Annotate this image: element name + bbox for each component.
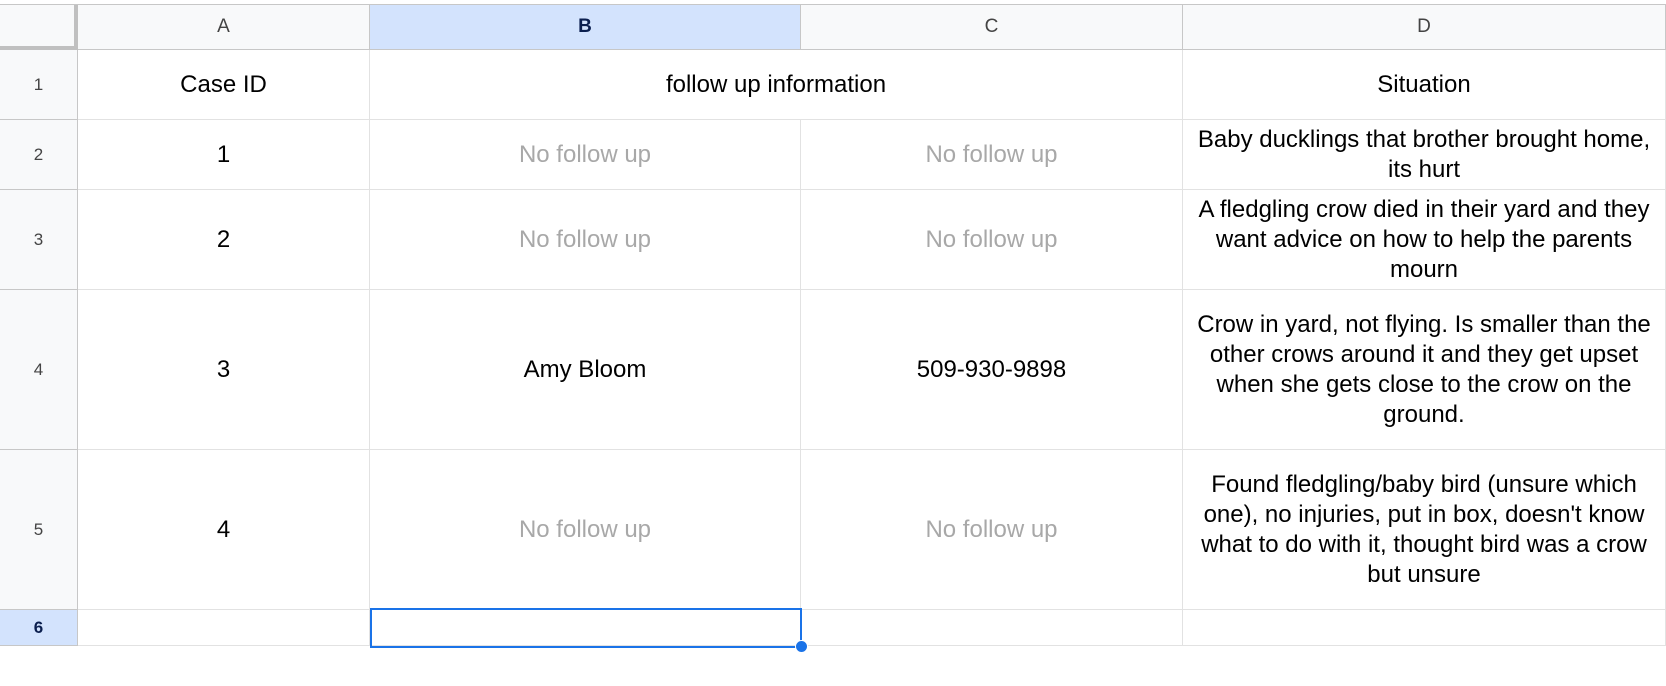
row-header-3[interactable]: 3 xyxy=(0,190,78,290)
row-header-6[interactable]: 6 xyxy=(0,610,78,646)
cell-d4[interactable]: Crow in yard, not flying. Is smaller tha… xyxy=(1183,290,1666,450)
cell-a4[interactable]: 3 xyxy=(78,290,370,450)
cell-a1[interactable]: Case ID xyxy=(78,50,370,120)
cell-b5[interactable]: No follow up xyxy=(370,450,801,610)
column-header-a[interactable]: A xyxy=(78,5,370,50)
cell-a5[interactable]: 4 xyxy=(78,450,370,610)
cell-c4[interactable]: 509-930-9898 xyxy=(801,290,1183,450)
row-header-4[interactable]: 4 xyxy=(0,290,78,450)
cell-d3[interactable]: A fledgling crow died in their yard and … xyxy=(1183,190,1666,290)
cell-b1-merged[interactable]: follow up information xyxy=(370,50,1183,120)
cell-c6[interactable] xyxy=(801,610,1183,646)
cell-a3[interactable]: 2 xyxy=(78,190,370,290)
spreadsheet-grid: A B C D 1 2 3 4 5 6 Case ID follow up in… xyxy=(0,0,1666,686)
cell-a6[interactable] xyxy=(78,610,370,646)
cell-a2[interactable]: 1 xyxy=(78,120,370,190)
column-header-b[interactable]: B xyxy=(370,5,801,50)
row-header-1[interactable]: 1 xyxy=(0,50,78,120)
column-header-c[interactable]: C xyxy=(801,5,1183,50)
row-header-5[interactable]: 5 xyxy=(0,450,78,610)
cell-d5[interactable]: Found fledgling/baby bird (unsure which … xyxy=(1183,450,1666,610)
cell-c2[interactable]: No follow up xyxy=(801,120,1183,190)
cell-d6[interactable] xyxy=(1183,610,1666,646)
cell-b2[interactable]: No follow up xyxy=(370,120,801,190)
cell-b6[interactable] xyxy=(370,610,801,646)
cell-b4[interactable]: Amy Bloom xyxy=(370,290,801,450)
cell-c3[interactable]: No follow up xyxy=(801,190,1183,290)
select-all-corner[interactable] xyxy=(0,5,78,50)
fill-handle[interactable] xyxy=(795,640,808,653)
row-header-2[interactable]: 2 xyxy=(0,120,78,190)
column-header-d[interactable]: D xyxy=(1183,5,1666,50)
cell-d1[interactable]: Situation xyxy=(1183,50,1666,120)
cell-d2[interactable]: Baby ducklings that brother brought home… xyxy=(1183,120,1666,190)
cell-c5[interactable]: No follow up xyxy=(801,450,1183,610)
cell-b3[interactable]: No follow up xyxy=(370,190,801,290)
